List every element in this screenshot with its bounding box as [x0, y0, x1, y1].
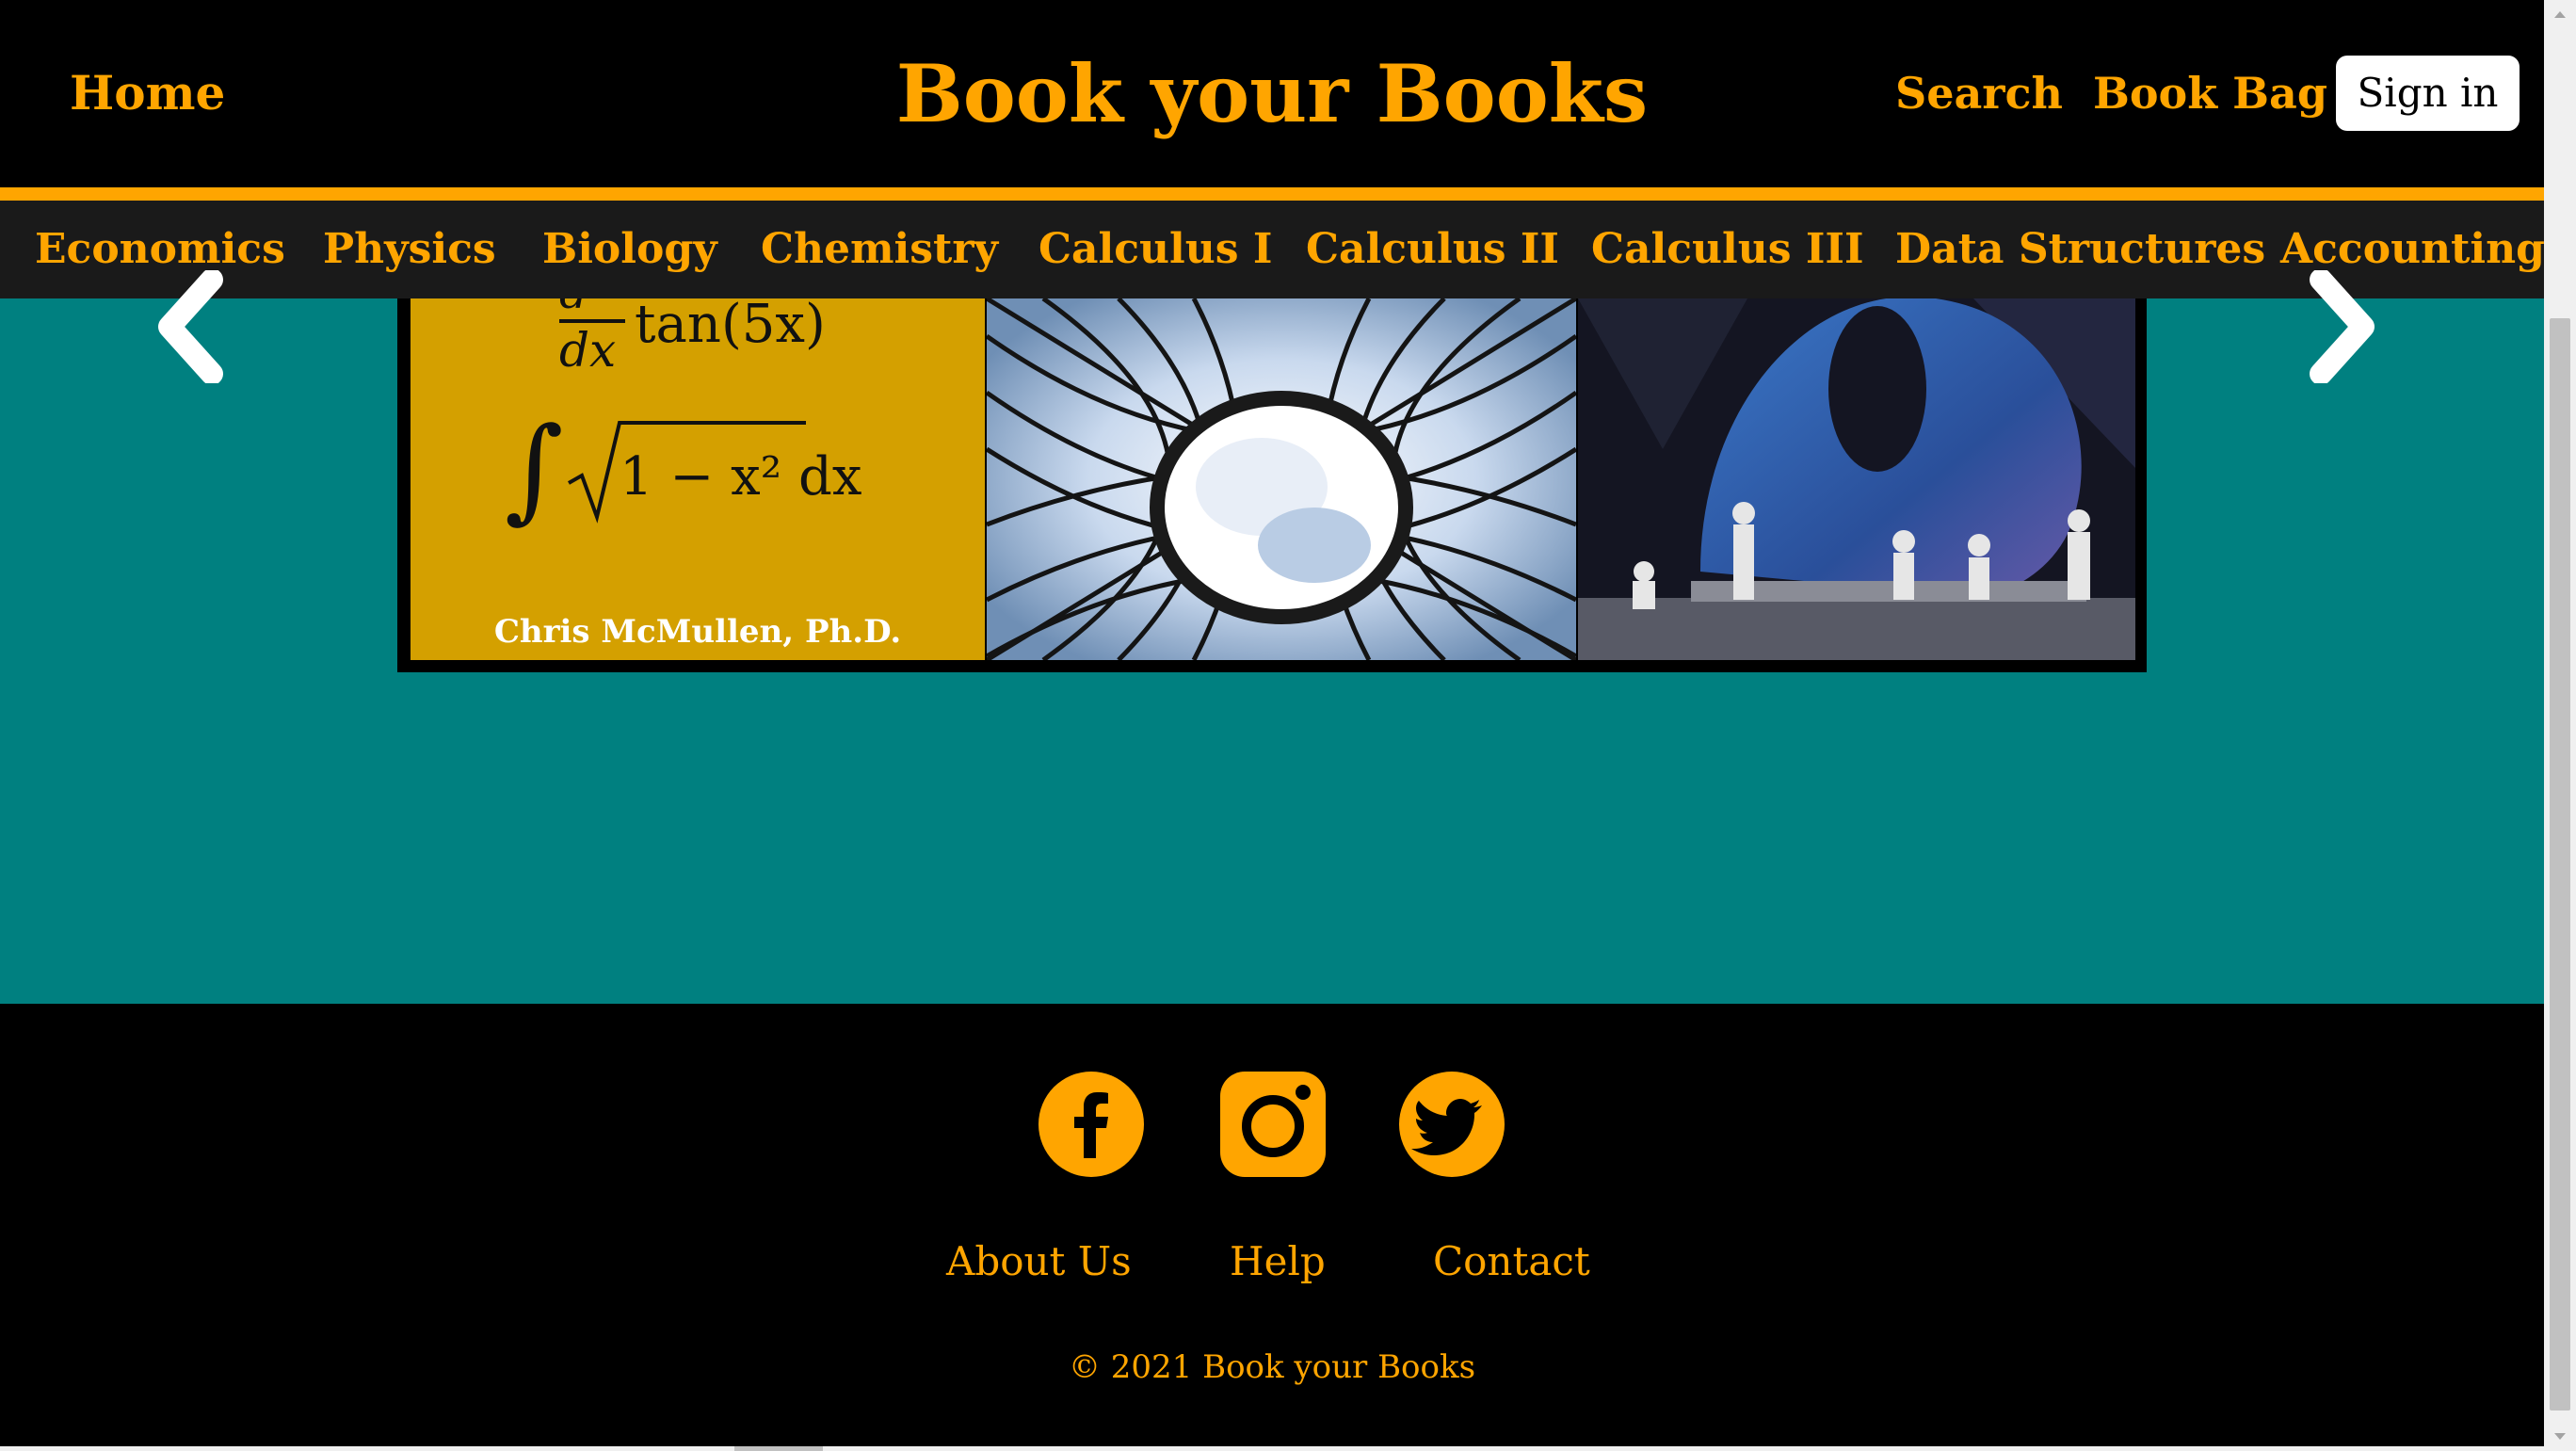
vertical-scrollbar[interactable] [2544, 0, 2576, 1451]
sign-in-button[interactable]: Sign in [2336, 56, 2520, 131]
site-footer: About Us Help Contact © 2021 Book your B… [0, 1004, 2544, 1451]
category-chemistry[interactable]: Chemistry [761, 201, 998, 298]
carousel-prev-chevron-icon[interactable] [132, 270, 245, 383]
facebook-icon[interactable] [1038, 1072, 1144, 1177]
svg-text:∫: ∫ [505, 404, 564, 535]
category-calculus-1[interactable]: Calculus I [1038, 201, 1272, 298]
cover-author-name: Chris McMullen, Ph.D. [493, 613, 902, 651]
search-link[interactable]: Search [1895, 58, 2063, 128]
sculpture-scene-graphic [1578, 298, 2135, 660]
book-cover-sculpture[interactable] [1578, 298, 2135, 660]
formula-integral: 1 − x² dx [620, 446, 861, 508]
site-header: Home Book your Books Search Book Bag Sig… [0, 0, 2544, 201]
copyright-text: © 2021 Book your Books [1068, 1348, 1476, 1386]
category-data-structures[interactable]: Data Structures [1895, 201, 2265, 298]
category-calculus-2[interactable]: Calculus II [1306, 201, 1559, 298]
svg-text:dx: dx [559, 323, 616, 378]
vertical-scroll-thumb[interactable] [2550, 318, 2570, 1411]
calculus-formula-graphic: d dx tan(5x) ∫ 1 − x² dx [505, 298, 861, 535]
carousel-next-chevron-icon[interactable] [2288, 270, 2401, 383]
page: Home Book your Books Search Book Bag Sig… [0, 0, 2576, 1451]
twitter-icon[interactable] [1399, 1072, 1505, 1177]
horizontal-scroll-thumb[interactable] [734, 1446, 823, 1451]
book-cover-lattice[interactable] [987, 298, 1576, 660]
about-us-link[interactable]: About Us [946, 1233, 1132, 1290]
main-content: d dx tan(5x) ∫ 1 − x² dx Chris McMullen,… [0, 270, 2544, 1004]
category-nav-bar: Economics Physics Biology Chemistry Calc… [0, 201, 2545, 298]
category-physics[interactable]: Physics [323, 201, 496, 298]
help-link[interactable]: Help [1230, 1233, 1326, 1290]
instagram-icon[interactable] [1220, 1072, 1326, 1177]
contact-link[interactable]: Contact [1433, 1233, 1590, 1290]
lattice-sky-graphic [987, 298, 1576, 660]
category-biology[interactable]: Biology [542, 201, 717, 298]
book-bag-link[interactable]: Book Bag [2093, 58, 2327, 128]
svg-text:d: d [559, 298, 588, 319]
category-calculus-3[interactable]: Calculus III [1591, 201, 1864, 298]
scroll-down-arrow-icon[interactable] [2544, 1423, 2576, 1451]
book-carousel: d dx tan(5x) ∫ 1 − x² dx Chris McMullen,… [397, 298, 2147, 672]
book-cover-calculus[interactable]: d dx tan(5x) ∫ 1 − x² dx Chris McMullen,… [411, 298, 985, 660]
scroll-up-arrow-icon[interactable] [2544, 0, 2576, 28]
horizontal-scrollbar[interactable] [0, 1446, 2544, 1451]
formula-tan: tan(5x) [635, 298, 826, 355]
